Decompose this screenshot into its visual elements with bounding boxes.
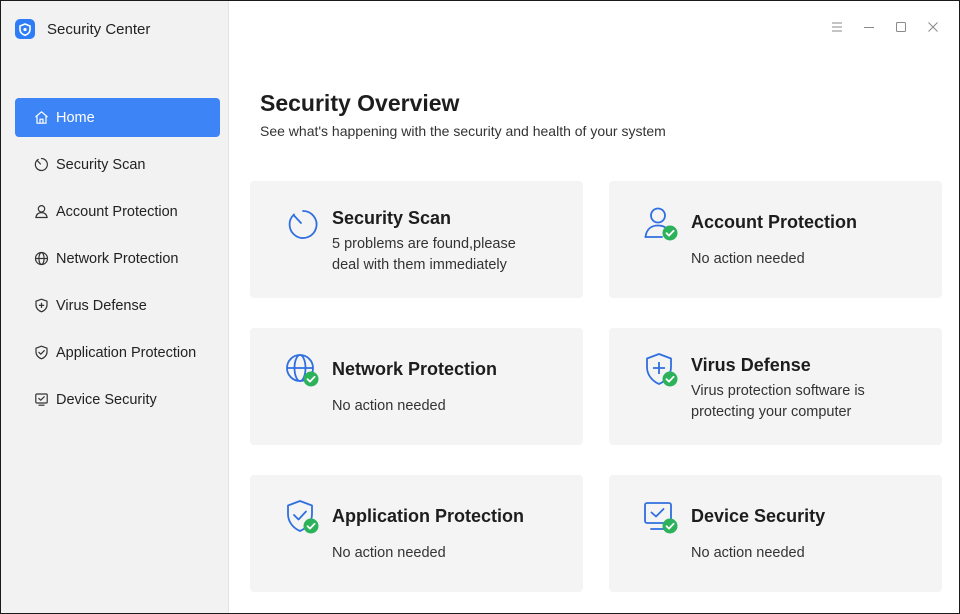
card-desc-line: protecting your computer [691, 404, 852, 420]
app-title: Security Center [47, 20, 151, 38]
sidebar-item-label: Home [56, 109, 95, 126]
card-description: No action needed [332, 398, 446, 414]
sidebar-item-label: Network Protection [56, 250, 179, 267]
card-description: No action needed [332, 545, 446, 561]
scan-icon [33, 157, 49, 173]
sidebar-item-label: Device Security [56, 391, 157, 408]
sidebar-item-application-protection[interactable]: Application Protection [15, 333, 220, 372]
card-title: Application Protection [332, 506, 525, 526]
globe-icon [33, 251, 49, 267]
monitor-check-icon [642, 498, 682, 538]
user-check-icon [642, 204, 682, 244]
card-desc-line: deal with them immediately [332, 257, 507, 273]
user-icon [33, 204, 49, 220]
sidebar: Security Center Home Security Scan Accou… [1, 1, 229, 613]
sidebar-item-security-scan[interactable]: Security Scan [15, 145, 220, 184]
sidebar-nav: Home Security Scan Account Protection Ne… [15, 98, 220, 427]
main-content: Security Overview See what's happening w… [228, 1, 959, 613]
card-security-scan[interactable]: Security Scan 5 problems are found,pleas… [250, 181, 583, 298]
card-desc-line: Virus protection software is [691, 383, 865, 399]
sidebar-item-home[interactable]: Home [15, 98, 220, 137]
home-icon [33, 110, 49, 126]
card-network-protection[interactable]: Network Protection No action needed [250, 328, 583, 445]
page-title: Security Overview [260, 90, 460, 116]
sidebar-item-label: Virus Defense [56, 297, 147, 314]
monitor-check-icon [33, 392, 49, 408]
shield-check-icon [33, 345, 49, 361]
app-logo-icon [15, 19, 35, 39]
sidebar-item-label: Account Protection [56, 203, 178, 220]
sidebar-item-account-protection[interactable]: Account Protection [15, 192, 220, 231]
sidebar-item-network-protection[interactable]: Network Protection [15, 239, 220, 278]
sidebar-item-virus-defense[interactable]: Virus Defense [15, 286, 220, 325]
card-description: Virus protection software is protecting … [691, 381, 911, 423]
scan-icon [283, 204, 323, 244]
sidebar-item-device-security[interactable]: Device Security [15, 380, 220, 419]
card-device-security[interactable]: Device Security No action needed [609, 475, 942, 592]
card-description: No action needed [691, 251, 805, 267]
sidebar-item-label: Application Protection [56, 344, 197, 361]
sidebar-item-label: Security Scan [56, 156, 146, 173]
card-description: 5 problems are found,please deal with th… [332, 234, 552, 276]
globe-check-icon [283, 351, 323, 391]
card-application-protection[interactable]: Application Protection No action needed [250, 475, 583, 592]
card-title: Network Protection [332, 359, 498, 379]
card-title: Security Scan [332, 208, 452, 228]
card-desc-line: 5 problems are found,please [332, 236, 516, 252]
card-title: Virus Defense [691, 355, 811, 375]
shield-check-icon [283, 498, 323, 538]
app-title-bar: Security Center [15, 17, 150, 41]
app-window: Security Center Home Security Scan Accou… [0, 0, 960, 614]
page-subtitle: See what's happening with the security a… [260, 123, 666, 139]
shield-plus-icon [33, 298, 49, 314]
card-title: Device Security [691, 506, 826, 526]
card-virus-defense[interactable]: Virus Defense Virus protection software … [609, 328, 942, 445]
card-description: No action needed [691, 545, 805, 561]
card-title: Account Protection [691, 212, 858, 232]
shield-plus-check-icon [642, 351, 682, 391]
card-account-protection[interactable]: Account Protection No action needed [609, 181, 942, 298]
